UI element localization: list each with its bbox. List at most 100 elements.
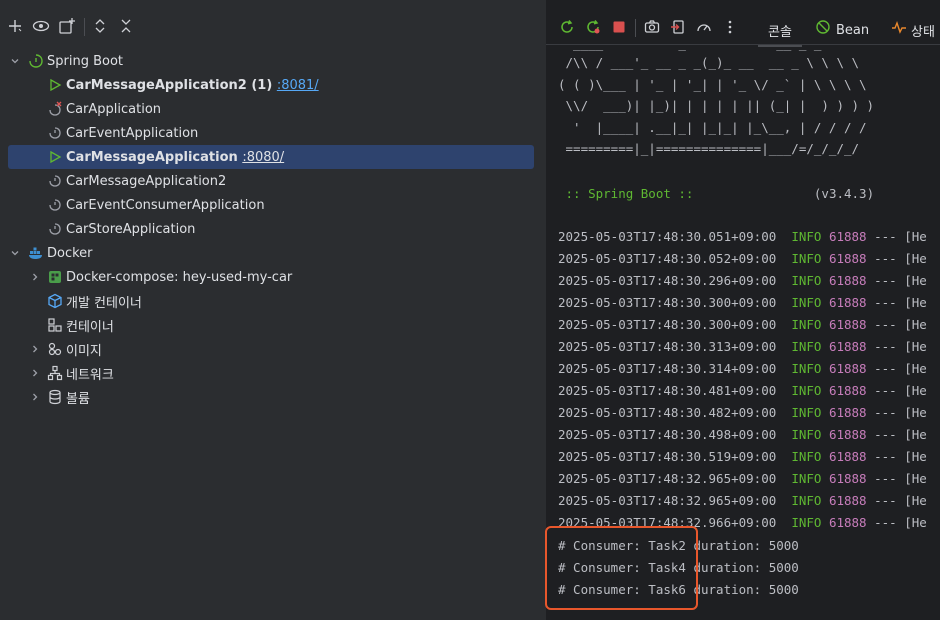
log-pid: 61888: [828, 295, 867, 310]
log-line: 2025-05-03T17:48:30.296+09:00 INFO 61888…: [558, 273, 927, 288]
port-link[interactable]: :8080/: [242, 150, 284, 165]
spring-boot-icon: [47, 221, 63, 237]
log-level: INFO: [791, 295, 822, 310]
tree-item-label: 볼륨: [66, 391, 90, 407]
collapse-all-icon[interactable]: [117, 17, 135, 35]
log-pid: 61888: [828, 405, 867, 420]
app-name: CarMessageApplication2: [66, 173, 227, 189]
log-rest: --- [He: [874, 295, 927, 310]
log-rest: --- [He: [874, 317, 927, 332]
app-name: CarStoreApplication: [66, 221, 196, 237]
banner-line: =========|_|==============|___/=/_/_/_/: [558, 141, 860, 156]
log-timestamp: 2025-05-03T17:48:30.051+09:00: [558, 229, 777, 244]
rerun-icon[interactable]: [558, 18, 576, 36]
app-name: CarMessageApplication: [66, 149, 238, 165]
new-group-icon[interactable]: [58, 17, 76, 35]
exit-icon[interactable]: [669, 18, 687, 36]
log-rest: --- [He: [874, 493, 927, 508]
port-link[interactable]: :8081/: [277, 78, 319, 93]
images-icon: [47, 341, 63, 357]
services-toolbar: [0, 8, 546, 44]
app-name: CarEventApplication: [66, 125, 199, 141]
tree-item-dev-containers[interactable]: 개발 컨테이너: [8, 289, 534, 313]
log-pid: 61888: [828, 427, 867, 442]
tree-item-containers[interactable]: 컨테이너: [8, 313, 534, 337]
log-line: 2025-05-03T17:48:30.051+09:00 INFO 61888…: [558, 229, 927, 244]
services-panel: Spring Boot CarMessageApplication2 (1) :…: [0, 0, 546, 620]
log-level: INFO: [791, 339, 822, 354]
chevron-right-icon[interactable]: [28, 342, 42, 356]
highlight-annotation: [545, 526, 698, 610]
tree-group-docker[interactable]: Docker: [8, 241, 534, 265]
log-line: 2025-05-03T17:48:30.481+09:00 INFO 61888…: [558, 383, 927, 398]
spring-boot-icon: [47, 197, 63, 213]
expand-all-icon[interactable]: [91, 17, 109, 35]
tree-item-label: 개발 컨테이너: [66, 295, 142, 311]
eye-icon[interactable]: [32, 17, 50, 35]
log-line: 2025-05-03T17:48:30.498+09:00 INFO 61888…: [558, 427, 927, 442]
log-timestamp: 2025-05-03T17:48:32.965+09:00: [558, 471, 777, 486]
log-rest: --- [He: [874, 383, 927, 398]
log-line: 2025-05-03T17:48:32.965+09:00 INFO 61888…: [558, 471, 927, 486]
camera-icon[interactable]: [643, 18, 661, 36]
log-pid: 61888: [828, 471, 867, 486]
chevron-down-icon[interactable]: [8, 246, 22, 260]
log-timestamp: 2025-05-03T17:48:30.300+09:00: [558, 295, 777, 310]
log-pid: 61888: [828, 449, 867, 464]
chevron-right-icon[interactable]: [28, 270, 42, 284]
tree-item-app-selected[interactable]: CarMessageApplication :8080/: [8, 145, 534, 169]
tree-group-spring-boot[interactable]: Spring Boot: [8, 49, 534, 73]
log-level: INFO: [791, 383, 822, 398]
spring-boot-icon: [28, 53, 44, 69]
containers-icon: [47, 317, 63, 333]
log-rest: --- [He: [874, 427, 927, 442]
chevron-down-icon[interactable]: [8, 54, 22, 68]
tree-item-docker-compose[interactable]: Docker-compose: hey-used-my-car: [8, 265, 534, 289]
tree-item-label: 네트워크: [66, 367, 114, 383]
tree-item-app[interactable]: CarEventApplication: [8, 121, 534, 145]
log-pid: 61888: [828, 339, 867, 354]
log-timestamp: 2025-05-03T17:48:30.052+09:00: [558, 251, 777, 266]
log-level: INFO: [791, 229, 822, 244]
log-timestamp: 2025-05-03T17:48:30.300+09:00: [558, 317, 777, 332]
tree-item-volumes[interactable]: 볼륨: [8, 385, 534, 409]
tree-item-app[interactable]: CarMessageApplication2: [8, 169, 534, 193]
run-icon: [47, 149, 63, 165]
tree-group-label: Spring Boot: [47, 53, 124, 69]
log-rest: --- [He: [874, 449, 927, 464]
log-level: INFO: [791, 251, 822, 266]
tree-item-label: 컨테이너: [66, 319, 114, 335]
log-level: INFO: [791, 471, 822, 486]
more-options-icon[interactable]: [721, 18, 739, 36]
tree-item-app[interactable]: CarStoreApplication: [8, 217, 534, 241]
tree-item-images[interactable]: 이미지: [8, 337, 534, 361]
log-pid: 61888: [828, 383, 867, 398]
tree-item-app[interactable]: CarEventConsumerApplication: [8, 193, 534, 217]
log-line: 2025-05-03T17:48:30.052+09:00 INFO 61888…: [558, 251, 927, 266]
log-line: 2025-05-03T17:48:30.300+09:00 INFO 61888…: [558, 317, 927, 332]
log-timestamp: 2025-05-03T17:48:30.296+09:00: [558, 273, 777, 288]
log-timestamp: 2025-05-03T17:48:30.481+09:00: [558, 383, 777, 398]
chevron-right-icon[interactable]: [28, 366, 42, 380]
tab-health[interactable]: 상태: [911, 19, 935, 41]
gauge-icon[interactable]: [695, 18, 713, 36]
log-pid: 61888: [828, 493, 867, 508]
chevron-right-icon[interactable]: [28, 390, 42, 404]
tree-item-app[interactable]: CarApplication: [8, 97, 534, 121]
log-level: INFO: [791, 361, 822, 376]
log-level: INFO: [791, 493, 822, 508]
run-icon: [47, 77, 63, 93]
log-timestamp: 2025-05-03T17:48:30.482+09:00: [558, 405, 777, 420]
log-rest: --- [He: [874, 471, 927, 486]
stop-icon[interactable]: [610, 18, 628, 36]
log-rest: --- [He: [874, 273, 927, 288]
tab-bean[interactable]: Bean: [836, 19, 869, 41]
spring-boot-icon: [47, 173, 63, 189]
tree-item-networks[interactable]: 네트워크: [8, 361, 534, 385]
log-rest: --- [He: [874, 229, 927, 244]
tree-item-app[interactable]: CarMessageApplication2 (1) :8081/: [8, 73, 534, 97]
app-name: CarEventConsumerApplication: [66, 197, 265, 213]
add-icon[interactable]: [6, 17, 24, 35]
rerun-failed-icon[interactable]: [584, 18, 602, 36]
app-name: CarMessageApplication2 (1): [66, 77, 273, 93]
